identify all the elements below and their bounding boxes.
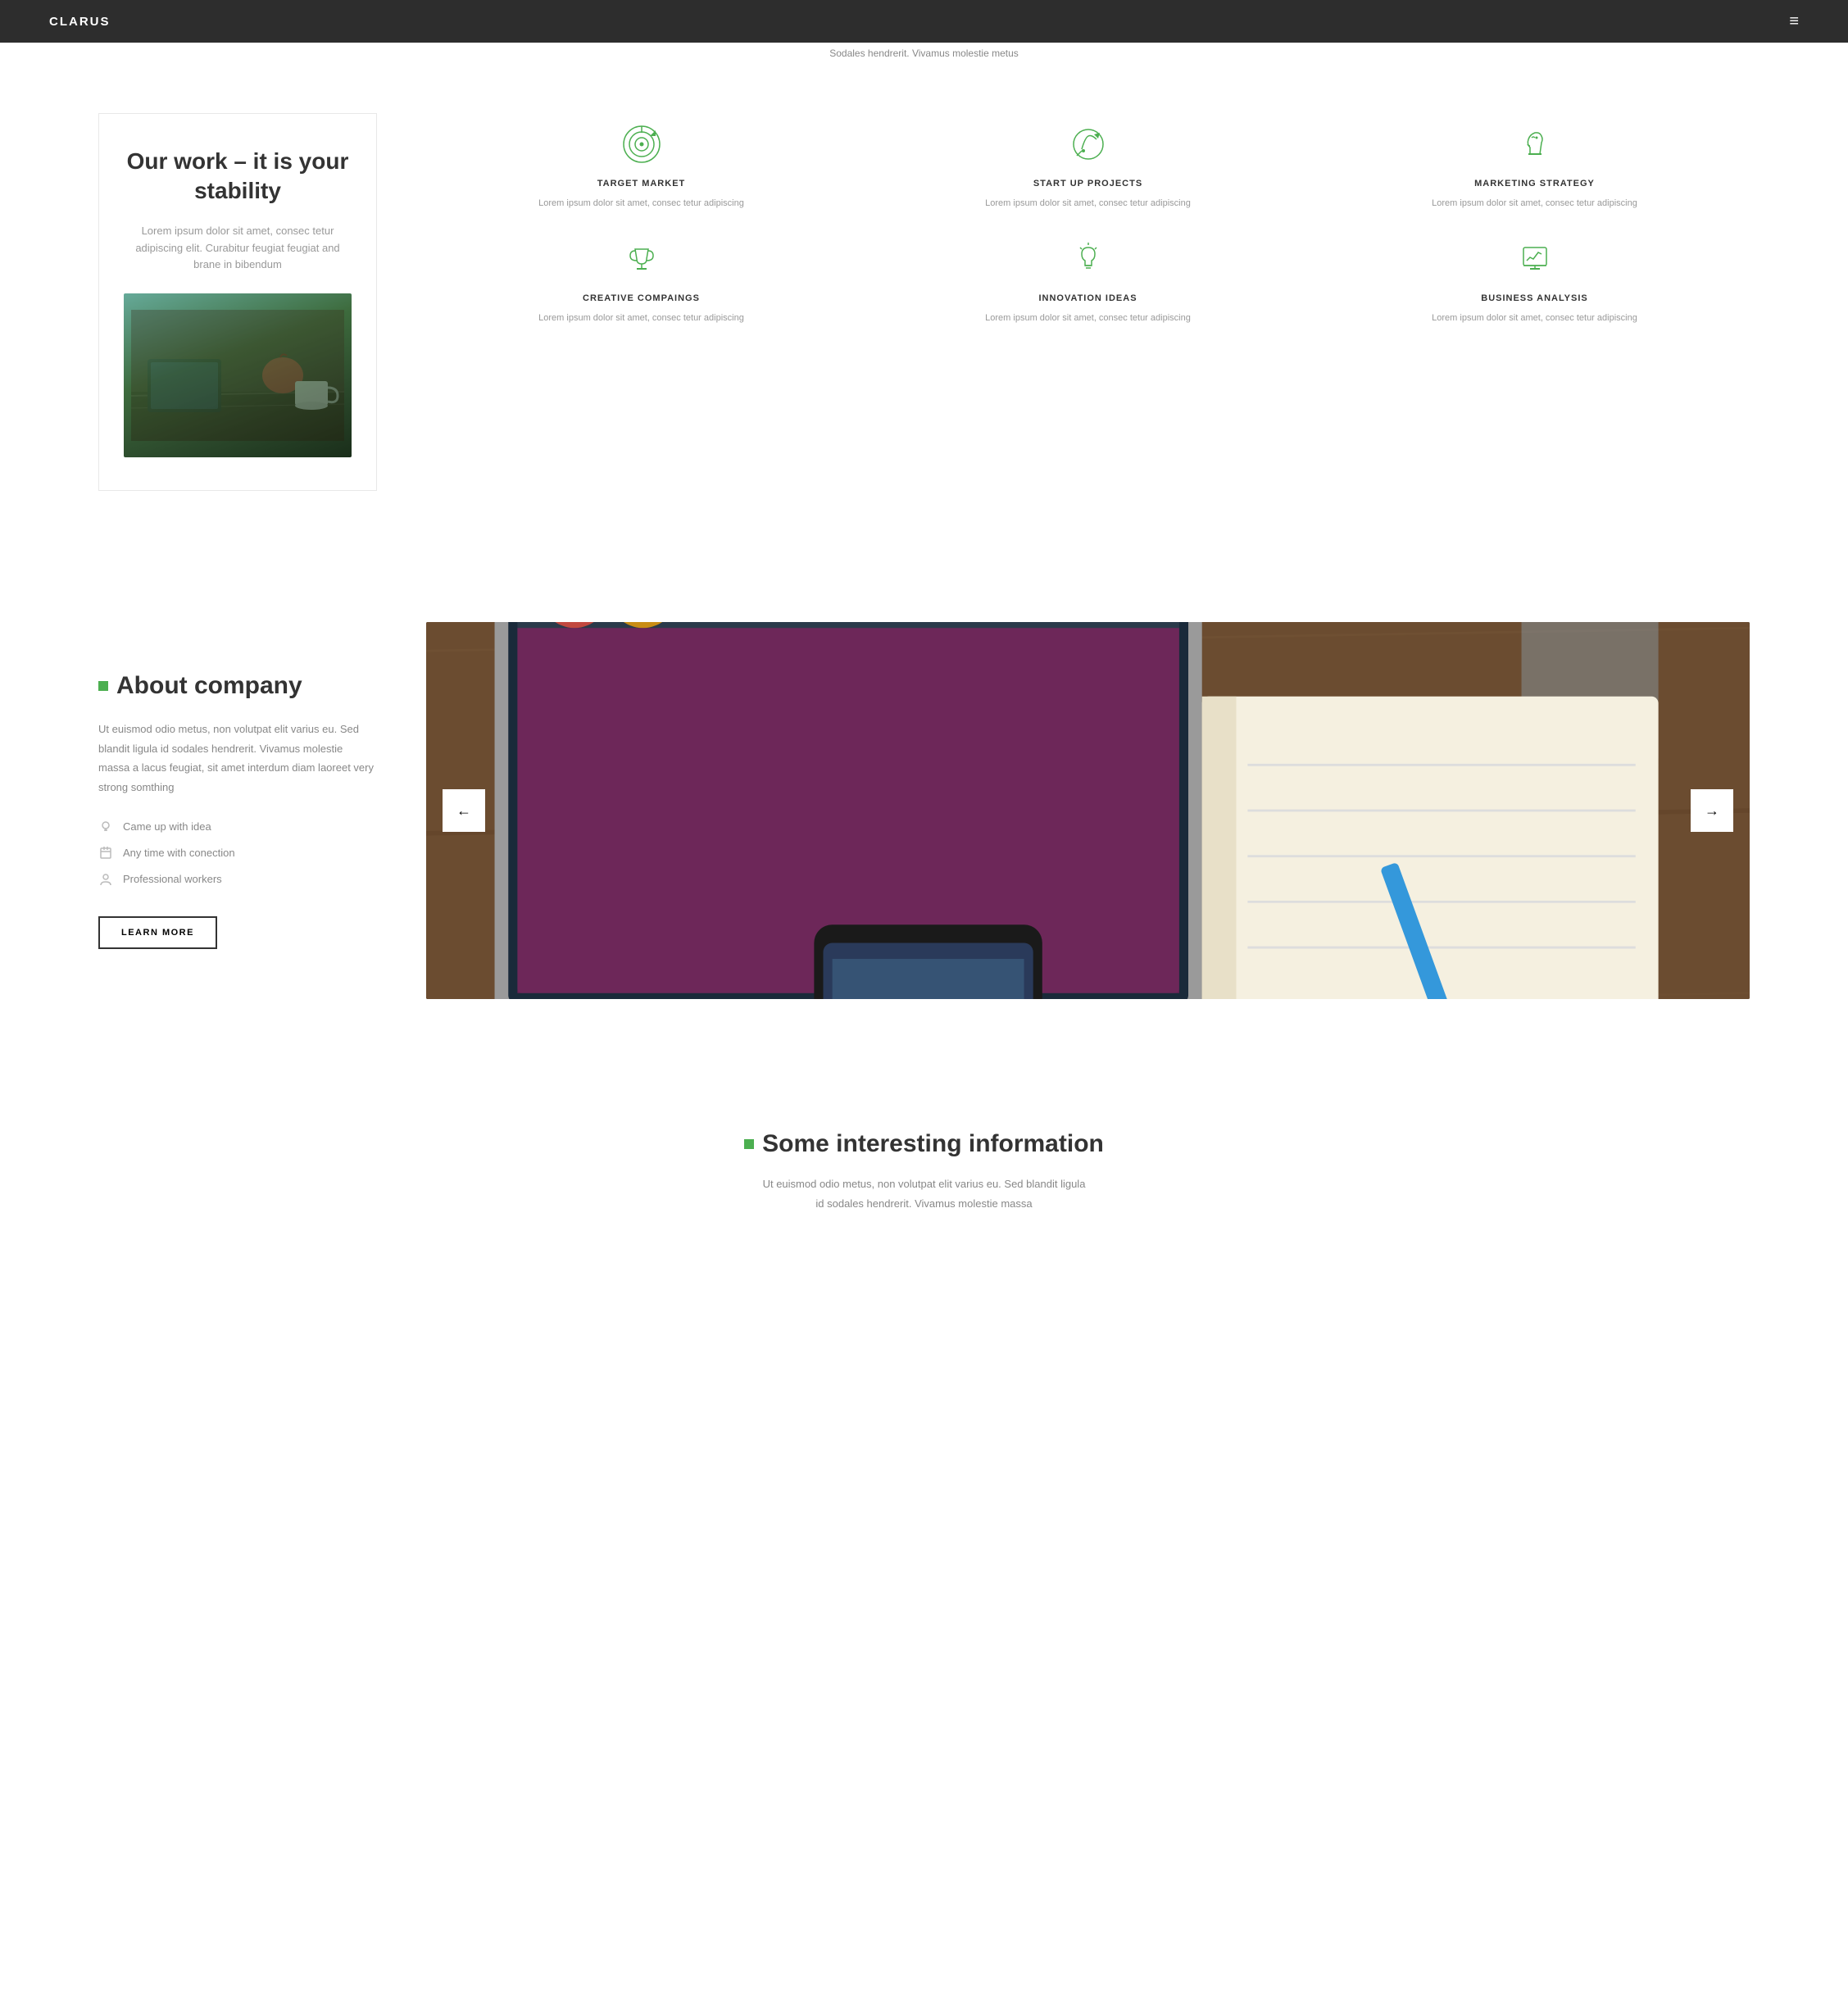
- marketing-strategy-title: MARKETING STRATEGY: [1319, 179, 1750, 188]
- heading-dot-info: [744, 1139, 754, 1149]
- learn-more-button[interactable]: LEARN MORE: [98, 916, 217, 949]
- business-analysis-title: BUSINESS ANALYSIS: [1319, 293, 1750, 303]
- feature-business-analysis: BUSINESS ANALYSIS Lorem ipsum dolor sit …: [1319, 236, 1750, 326]
- carousel-prev-button[interactable]: ←: [443, 789, 485, 832]
- creative-campaigns-title: CREATIVE COMPAINGS: [426, 293, 856, 303]
- innovation-ideas-desc: Lorem ipsum dolor sit amet, consec tetur…: [873, 311, 1303, 326]
- ticker-bar: Sodales hendrerit. Vivamus molestie metu…: [0, 43, 1848, 64]
- came-up-icon: [98, 820, 113, 834]
- work-description: Lorem ipsum dolor sit amet, consec tetur…: [124, 223, 352, 274]
- creative-campaigns-icon: [619, 236, 665, 282]
- feature-marketing-strategy: MARKETING STRATEGY Lorem ipsum dolor sit…: [1319, 121, 1750, 211]
- creative-campaigns-desc: Lorem ipsum dolor sit amet, consec tetur…: [426, 311, 856, 326]
- ticker-text: Sodales hendrerit. Vivamus molestie metu…: [829, 48, 1019, 59]
- carousel-next-button[interactable]: →: [1691, 789, 1733, 832]
- business-analysis-icon: [1512, 236, 1558, 282]
- innovation-ideas-icon: [1065, 236, 1111, 282]
- target-market-title: TARGET MARKET: [426, 179, 856, 188]
- list-item-came-up: Came up with idea: [98, 820, 377, 834]
- feature-startup-projects: START UP PROJECTS Lorem ipsum dolor sit …: [873, 121, 1303, 211]
- navbar: CLARUS ≡: [0, 0, 1848, 43]
- section-work: Our work – it is your stability Lorem ip…: [0, 64, 1848, 556]
- about-left: About company Ut euismod odio metus, non…: [98, 672, 377, 949]
- startup-projects-icon: [1065, 121, 1111, 167]
- professional-icon: [98, 872, 113, 887]
- work-left-panel: Our work – it is your stability Lorem ip…: [98, 113, 377, 491]
- came-up-text: Came up with idea: [123, 820, 211, 833]
- work-image: [124, 293, 352, 457]
- business-analysis-desc: Lorem ipsum dolor sit amet, consec tetur…: [1319, 311, 1750, 326]
- section-about: About company Ut euismod odio metus, non…: [0, 556, 1848, 1065]
- target-market-desc: Lorem ipsum dolor sit amet, consec tetur…: [426, 197, 856, 211]
- feature-creative-campaigns: CREATIVE COMPAINGS Lorem ipsum dolor sit…: [426, 236, 856, 326]
- work-title: Our work – it is your stability: [124, 147, 352, 207]
- about-heading-text: About company: [116, 672, 302, 700]
- about-description: Ut euismod odio metus, non volutpat elit…: [98, 720, 377, 797]
- marketing-strategy-desc: Lorem ipsum dolor sit amet, consec tetur…: [1319, 197, 1750, 211]
- any-time-icon: [98, 846, 113, 861]
- section-info: Some interesting information Ut euismod …: [0, 1065, 1848, 1246]
- list-item-any-time: Any time with conection: [98, 846, 377, 861]
- info-description: Ut euismod odio metus, non volutpat elit…: [761, 1174, 1088, 1213]
- nav-logo: CLARUS: [49, 15, 111, 29]
- info-heading: Some interesting information: [98, 1130, 1750, 1158]
- innovation-ideas-title: INNOVATION IDEAS: [873, 293, 1303, 303]
- work-image-svg: [131, 310, 344, 441]
- nav-menu-icon[interactable]: ≡: [1789, 12, 1799, 31]
- about-list: Came up with idea Any time with conectio…: [98, 820, 377, 887]
- any-time-text: Any time with conection: [123, 847, 235, 859]
- about-heading: About company: [98, 672, 377, 700]
- desk-svg: [426, 622, 1750, 999]
- feature-target-market: TARGET MARKET Lorem ipsum dolor sit amet…: [426, 121, 856, 211]
- desk-scene: [426, 622, 1750, 999]
- feature-innovation-ideas: INNOVATION IDEAS Lorem ipsum dolor sit a…: [873, 236, 1303, 326]
- work-features-grid: TARGET MARKET Lorem ipsum dolor sit amet…: [426, 113, 1750, 325]
- marketing-strategy-icon: [1512, 121, 1558, 167]
- professional-text: Professional workers: [123, 873, 222, 885]
- startup-projects-desc: Lorem ipsum dolor sit amet, consec tetur…: [873, 197, 1303, 211]
- list-item-professional: Professional workers: [98, 872, 377, 887]
- startup-projects-title: START UP PROJECTS: [873, 179, 1303, 188]
- heading-dot-about: [98, 681, 108, 691]
- info-heading-text: Some interesting information: [762, 1130, 1104, 1158]
- about-image-carousel: ← →: [426, 622, 1750, 999]
- target-market-icon: [619, 121, 665, 167]
